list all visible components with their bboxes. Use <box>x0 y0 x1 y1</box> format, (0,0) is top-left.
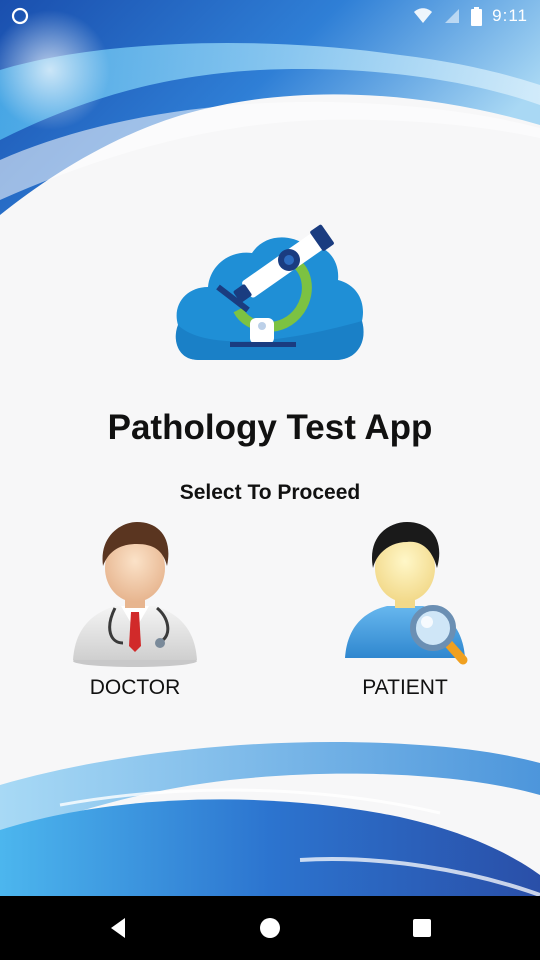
patient-label: PATIENT <box>362 676 448 699</box>
wifi-icon <box>414 8 433 23</box>
signal-icon <box>445 9 460 23</box>
sync-icon <box>11 7 29 25</box>
select-prompt: Select To Proceed <box>179 481 361 504</box>
recents-icon[interactable] <box>407 914 437 942</box>
cloud-microscope-icon <box>175 224 364 360</box>
patient-search-avatar-icon <box>345 522 468 665</box>
home-icon[interactable] <box>255 914 285 942</box>
top-wave-decoration <box>0 0 540 215</box>
navigation-bar <box>0 896 540 960</box>
back-icon[interactable] <box>103 914 133 942</box>
status-bar: 9:11 <box>0 0 540 32</box>
app-title: Pathology Test App <box>107 408 433 447</box>
battery-icon <box>471 6 483 26</box>
status-time: 9:11 <box>492 6 528 25</box>
doctor-label: DOCTOR <box>89 676 181 699</box>
bottom-wave-decoration <box>0 741 540 900</box>
doctor-option[interactable]: DOCTOR <box>55 518 215 708</box>
patient-option[interactable]: PATIENT <box>325 518 485 708</box>
doctor-avatar-icon <box>73 522 197 667</box>
